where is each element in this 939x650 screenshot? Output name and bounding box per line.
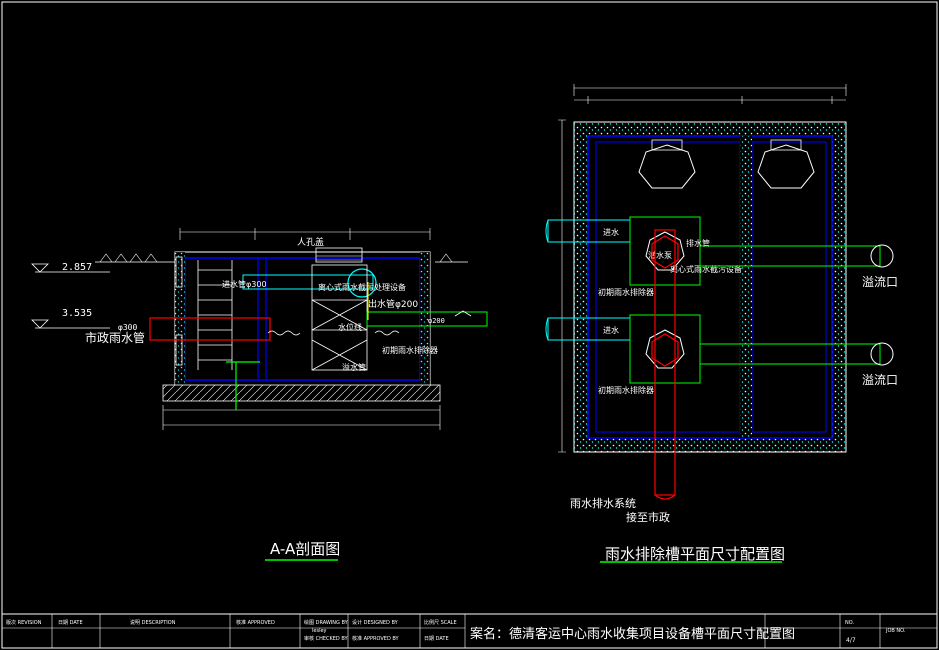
tb-drawn-name: lesley: [312, 628, 327, 634]
section-view: 2.857 3.535 人孔盖 进水管φ300 离心式雨水截污处理设备 出水管φ…: [31, 228, 488, 561]
tb-approved-by: 核准 APPROVED BY: [352, 635, 400, 642]
overflow-out-1: 溢流口: [862, 275, 898, 289]
bottom-label-1: 接至市政: [626, 510, 670, 524]
box-label-1: 初期雨水排除器: [598, 287, 654, 297]
tb-description: 说明 DESCRIPTION: [130, 619, 176, 626]
centrifugal-unit-label: 离心式雨水截污处理设备: [318, 282, 406, 292]
plan-view: 进水 进水 潜水泵 初期雨水排除器 初期雨水排除器 离心式雨水截污设备 排水管 …: [545, 84, 898, 563]
inlet-pipe-label: 进水管φ300: [222, 279, 267, 289]
overflow-out-2: 溢流口: [862, 373, 898, 387]
outlet-pipe-label: 出水管φ200: [368, 298, 418, 310]
tb-approved: 核准 APPROVED: [236, 619, 275, 626]
tb-sheet-val: 4/7: [846, 637, 856, 644]
tb-date2: 日期 DATE: [424, 636, 449, 642]
cad-drawing: 2.857 3.535 人孔盖 进水管φ300 离心式雨水截污处理设备 出水管φ…: [1, 1, 938, 649]
overflow-label: 溢水管: [342, 362, 366, 372]
elevation-bottom: 3.535: [62, 308, 92, 319]
manhole-label: 人孔盖: [297, 236, 324, 248]
elevation-top: 2.857: [62, 262, 92, 273]
tb-drawn-by: 绘图 DRAWING BY: [304, 619, 349, 626]
tb-job-no: JOB NO.: [885, 628, 906, 634]
plan-title: 雨水排除槽平面尺寸配置图: [605, 545, 785, 563]
tb-scale: 比例尺 SCALE: [424, 619, 457, 626]
tb-date: 日期 DATE: [58, 620, 83, 626]
municipal-pipe-label: 市政雨水管: [85, 330, 145, 345]
pipe-tag: φ200: [428, 317, 445, 325]
first-flush-label: 初期雨水排除器: [382, 345, 438, 355]
bottom-label-2: 雨水排水系统: [570, 496, 636, 510]
tb-revision: 版次 REVISION: [6, 619, 42, 626]
tb-sheet-no: NO.: [845, 620, 854, 626]
waterline-label: 水位线: [338, 322, 362, 332]
plan-inlet-2: 进水: [603, 325, 619, 335]
tb-checked-by: 审核 CHECKED BY: [304, 635, 349, 642]
box-label-2: 初期雨水排除器: [598, 385, 654, 395]
municipal-dia-label: φ300: [118, 323, 137, 332]
section-title: A-A剖面图: [270, 540, 340, 558]
tb-designed-by: 设计 DESIGNED BY: [352, 619, 399, 626]
tb-project: 案名：德清客运中心雨水收集项目设备槽平面尺寸配置图: [470, 626, 795, 642]
title-block: 版次 REVISION 日期 DATE 说明 DESCRIPTION 核准 AP…: [1, 613, 938, 649]
plan-inlet-1: 进水: [603, 227, 619, 237]
